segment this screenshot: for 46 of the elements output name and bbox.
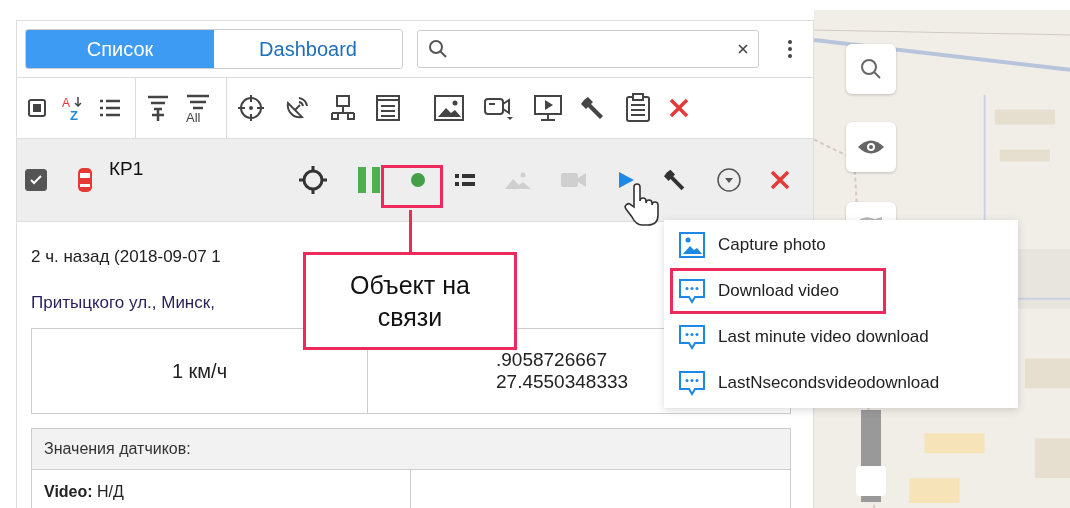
sensor-value: Video: Н/Д: [32, 470, 411, 508]
clear-icon[interactable]: [738, 44, 748, 54]
object-row[interactable]: КР1: [17, 139, 813, 222]
search-button[interactable]: [846, 44, 896, 94]
menu-item[interactable]: Capture photo: [664, 222, 1018, 268]
message-icon: [678, 277, 706, 305]
close-icon[interactable]: [770, 170, 791, 190]
checkmark-icon: [29, 173, 43, 187]
dropdown-icon[interactable]: [716, 167, 743, 193]
checkbox[interactable]: [25, 169, 47, 191]
image-icon: [678, 231, 706, 259]
pause-icon[interactable]: [356, 166, 383, 194]
sensors-header: Значения датчиков:: [32, 429, 790, 470]
message-icon: [678, 369, 706, 397]
menu-item[interactable]: Download video: [670, 268, 886, 314]
list-icon[interactable]: [99, 98, 121, 118]
car-icon: [77, 166, 93, 194]
menu-item[interactable]: LastNsecondsvideodownload: [664, 360, 1018, 406]
add-filter-icon[interactable]: [146, 94, 170, 122]
eye-icon: [857, 138, 885, 156]
clipboard-icon[interactable]: [625, 93, 651, 123]
menu-item[interactable]: Last minute video download: [664, 314, 1018, 360]
locate-icon[interactable]: [298, 165, 329, 195]
time-text: 2 ч. назад (2018-09-07 1: [31, 246, 221, 268]
callout: Объект на связи: [303, 252, 517, 350]
zoom-slider[interactable]: [856, 410, 886, 502]
zoom-handle[interactable]: [856, 466, 886, 496]
crosshair-icon[interactable]: [237, 94, 265, 122]
search-icon: [428, 39, 448, 59]
coordinates-text: .9058726667 27.4550348333: [496, 349, 629, 393]
monitor-play-icon[interactable]: [533, 94, 563, 122]
select-all-icon[interactable]: [27, 98, 47, 118]
close-icon[interactable]: [669, 98, 689, 118]
search-field[interactable]: [417, 30, 759, 68]
object-name: КР1: [109, 158, 144, 180]
search-icon: [859, 57, 883, 81]
more-menu-icon[interactable]: [787, 39, 793, 59]
message-icon: [678, 323, 706, 351]
leader-line: [409, 210, 412, 252]
address-text: Притыцкого ул., Минск,: [31, 292, 215, 314]
document-icon[interactable]: [375, 94, 401, 122]
visibility-button[interactable]: [846, 122, 896, 172]
network-icon[interactable]: [329, 94, 357, 122]
list-icon[interactable]: [454, 172, 477, 188]
hand-cursor-icon: [624, 183, 660, 227]
image-icon[interactable]: [433, 94, 465, 122]
